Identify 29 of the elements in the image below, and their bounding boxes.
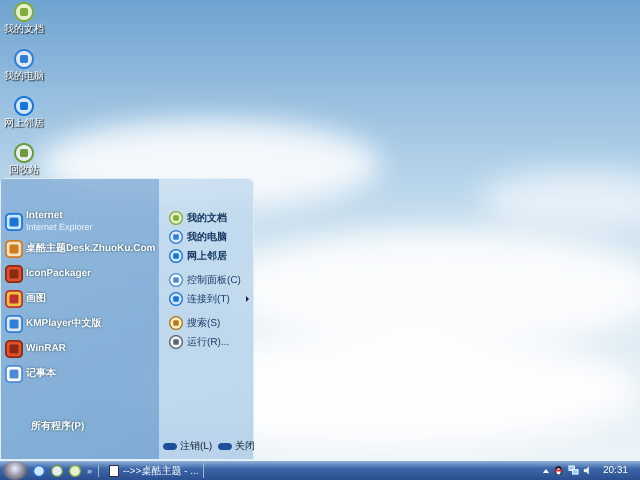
menu-item[interactable]: 我的文档 (169, 211, 249, 225)
power-button[interactable]: 注销(L) (163, 439, 212, 453)
program-item[interactable]: KMPlayer中文版 (5, 314, 159, 334)
power-button[interactable]: 关闭 (218, 439, 256, 453)
program-item[interactable]: 桌酷主题Desk.ZhuoKu.Com (5, 239, 159, 259)
desktop-icon-label[interactable]: 回收站 (9, 165, 39, 177)
start-button[interactable] (3, 461, 27, 480)
program-item[interactable]: IconPackager (5, 264, 159, 284)
document-icon (109, 464, 120, 476)
desktop-icon-label[interactable]: 网上邻居 (4, 118, 44, 130)
more-button[interactable]: » (87, 466, 92, 476)
program-item[interactable]: Internet Internet Explorer (5, 209, 159, 234)
menu-item[interactable]: 网上邻居 (169, 249, 249, 263)
program-item[interactable]: 记事本 (5, 364, 159, 384)
menu-item[interactable]: 运行(R)... (169, 335, 249, 349)
program-item[interactable]: 画图 (5, 289, 159, 309)
desktop-icon-label[interactable]: 我的电脑 (4, 71, 44, 83)
desktop-icon-label[interactable]: 我的文档 (4, 24, 44, 36)
taskbar-task-button[interactable]: -->>桌酷主题 - ... (105, 463, 204, 478)
menu-item[interactable]: 控制面板(C) (169, 273, 249, 287)
menu-item[interactable]: 我的电脑 (169, 230, 249, 244)
network-icon[interactable] (568, 465, 579, 476)
menu-item[interactable]: 连接到(T) (169, 292, 249, 306)
menu-item[interactable]: 搜索(S) (169, 316, 249, 330)
expand-arrow-icon[interactable] (542, 468, 549, 474)
program-item[interactable]: WinRAR (5, 339, 159, 359)
clock: 20:31 (602, 465, 628, 476)
all-programs-button[interactable]: 所有程序(P) (5, 419, 159, 433)
penguin-icon[interactable] (552, 465, 564, 476)
